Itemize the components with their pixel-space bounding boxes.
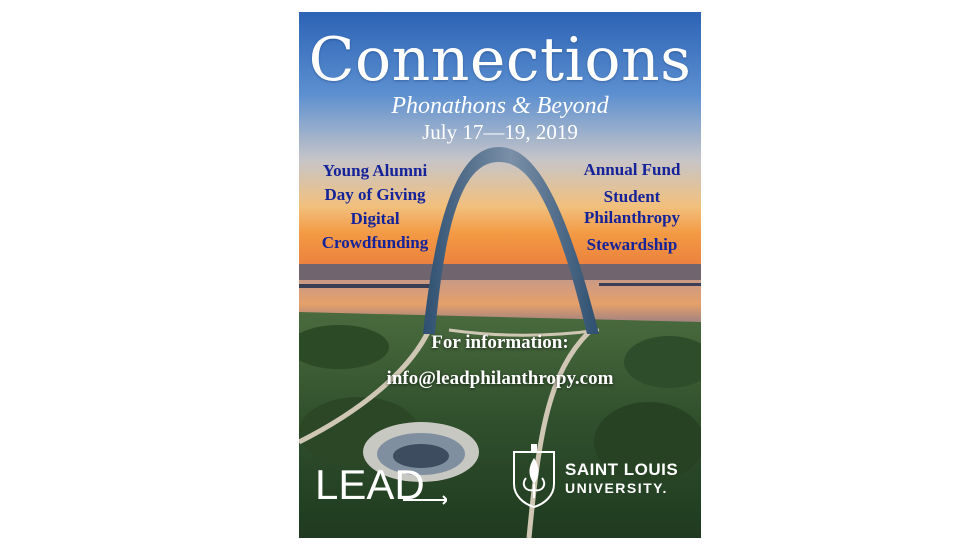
lead-logo-mark: LEAD [315,461,450,508]
info-email: info@leadphilanthropy.com [386,368,614,389]
topic-item: Annual Fund [583,160,681,179]
topics-right-list: Annual Fund Student Philanthropy Steward… [567,159,697,255]
topic-item: Student [603,187,661,206]
topic-item: Digital [350,209,400,228]
topic-item: Crowdfunding [321,233,429,252]
info-label: For information: [431,332,569,353]
topic-item: Young Alumni [322,161,428,180]
slu-line1: SAINT LOUIS [565,460,679,479]
topic-item: Day of Giving [324,185,426,204]
poster-subtitle: Phonathons & Beyond [391,93,609,119]
poster-title: Connections [308,25,692,95]
slu-shield-icon [513,444,555,508]
topics-left-list: Young Alumni Day of Giving Digital Crowd… [313,159,437,255]
slu-line2: UNIVERSITY. [565,480,668,496]
event-dates: July 17—19, 2019 [422,120,578,144]
topic-item: Stewardship [586,235,678,254]
topic-item: Philanthropy [583,208,681,227]
conference-poster: Connections Phonathons & Beyond July 17—… [299,12,701,538]
lead-logo: LEAD [315,459,450,508]
slu-wordmark: SAINT LOUIS UNIVERSITY. [565,460,695,497]
